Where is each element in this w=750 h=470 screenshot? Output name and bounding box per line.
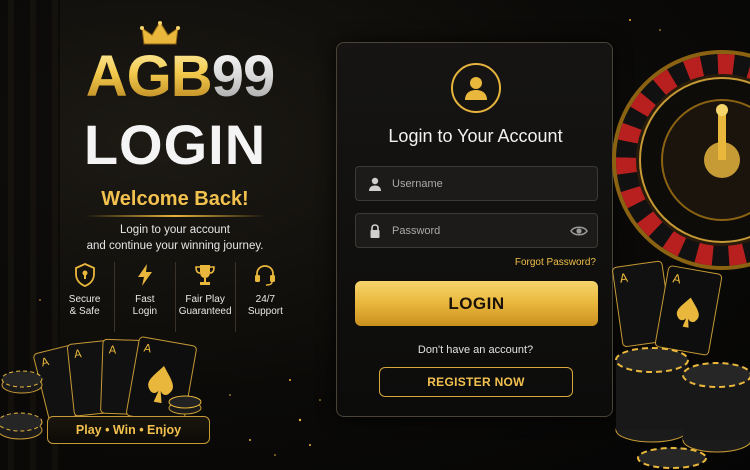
user-icon <box>465 77 487 100</box>
feature-support: 24/7 Support <box>236 262 295 332</box>
welcome-subtext: Login to your account and continue your … <box>60 222 290 254</box>
logo-prefix: AGB <box>85 44 213 109</box>
welcome-divider <box>85 215 265 217</box>
login-button[interactable]: LOGIN <box>355 281 598 326</box>
feature-label: Secure & Safe <box>68 294 101 317</box>
feature-label: 24/7 Support <box>247 294 283 317</box>
feature-label: Fair Play Guaranteed <box>178 294 232 317</box>
password-field[interactable] <box>355 213 598 248</box>
lightning-icon <box>137 264 152 286</box>
tagline-badge: Play • Win • Enjoy <box>47 416 210 444</box>
subtext-line-1: Login to your account <box>120 224 230 236</box>
feature-fast-login: Fast Login <box>115 262 176 332</box>
feature-list: Secure & Safe Fast Login Fair Play Guara… <box>55 262 295 332</box>
welcome-heading: Welcome Back! <box>101 188 249 210</box>
no-account-text: Don't have an account? <box>417 344 534 356</box>
panel-title: Login to Your Account <box>388 126 563 146</box>
poker-chips-right-decoration <box>615 347 750 469</box>
lock-icon <box>370 224 380 238</box>
user-avatar <box>451 63 501 113</box>
username-input[interactable] <box>392 167 572 200</box>
login-panel: Login to Your Account Forgot Password? L… <box>336 42 613 417</box>
password-input[interactable] <box>392 214 572 247</box>
forgot-password-link[interactable]: Forgot Password? <box>515 257 596 268</box>
register-button[interactable]: REGISTER NOW <box>379 367 573 397</box>
poker-chips-decoration <box>0 370 43 440</box>
trophy-icon <box>195 265 215 285</box>
eye-icon[interactable] <box>570 224 588 238</box>
page-heading: LOGIN <box>83 113 267 176</box>
headset-icon <box>255 265 276 286</box>
brand-logo: AGB99 <box>40 42 320 112</box>
svg-text:A: A <box>109 343 117 356</box>
subtext-line-2: and continue your winning journey. <box>86 240 264 252</box>
feature-fair-play: Fair Play Guaranteed <box>176 262 236 332</box>
person-icon <box>369 177 381 191</box>
shield-check-icon <box>74 263 95 287</box>
feature-label: Fast Login <box>132 294 158 317</box>
roulette-wheel-decoration <box>612 50 750 270</box>
logo-suffix: 99 <box>211 44 276 109</box>
username-field[interactable] <box>355 166 598 201</box>
feature-secure: Secure & Safe <box>55 262 116 332</box>
